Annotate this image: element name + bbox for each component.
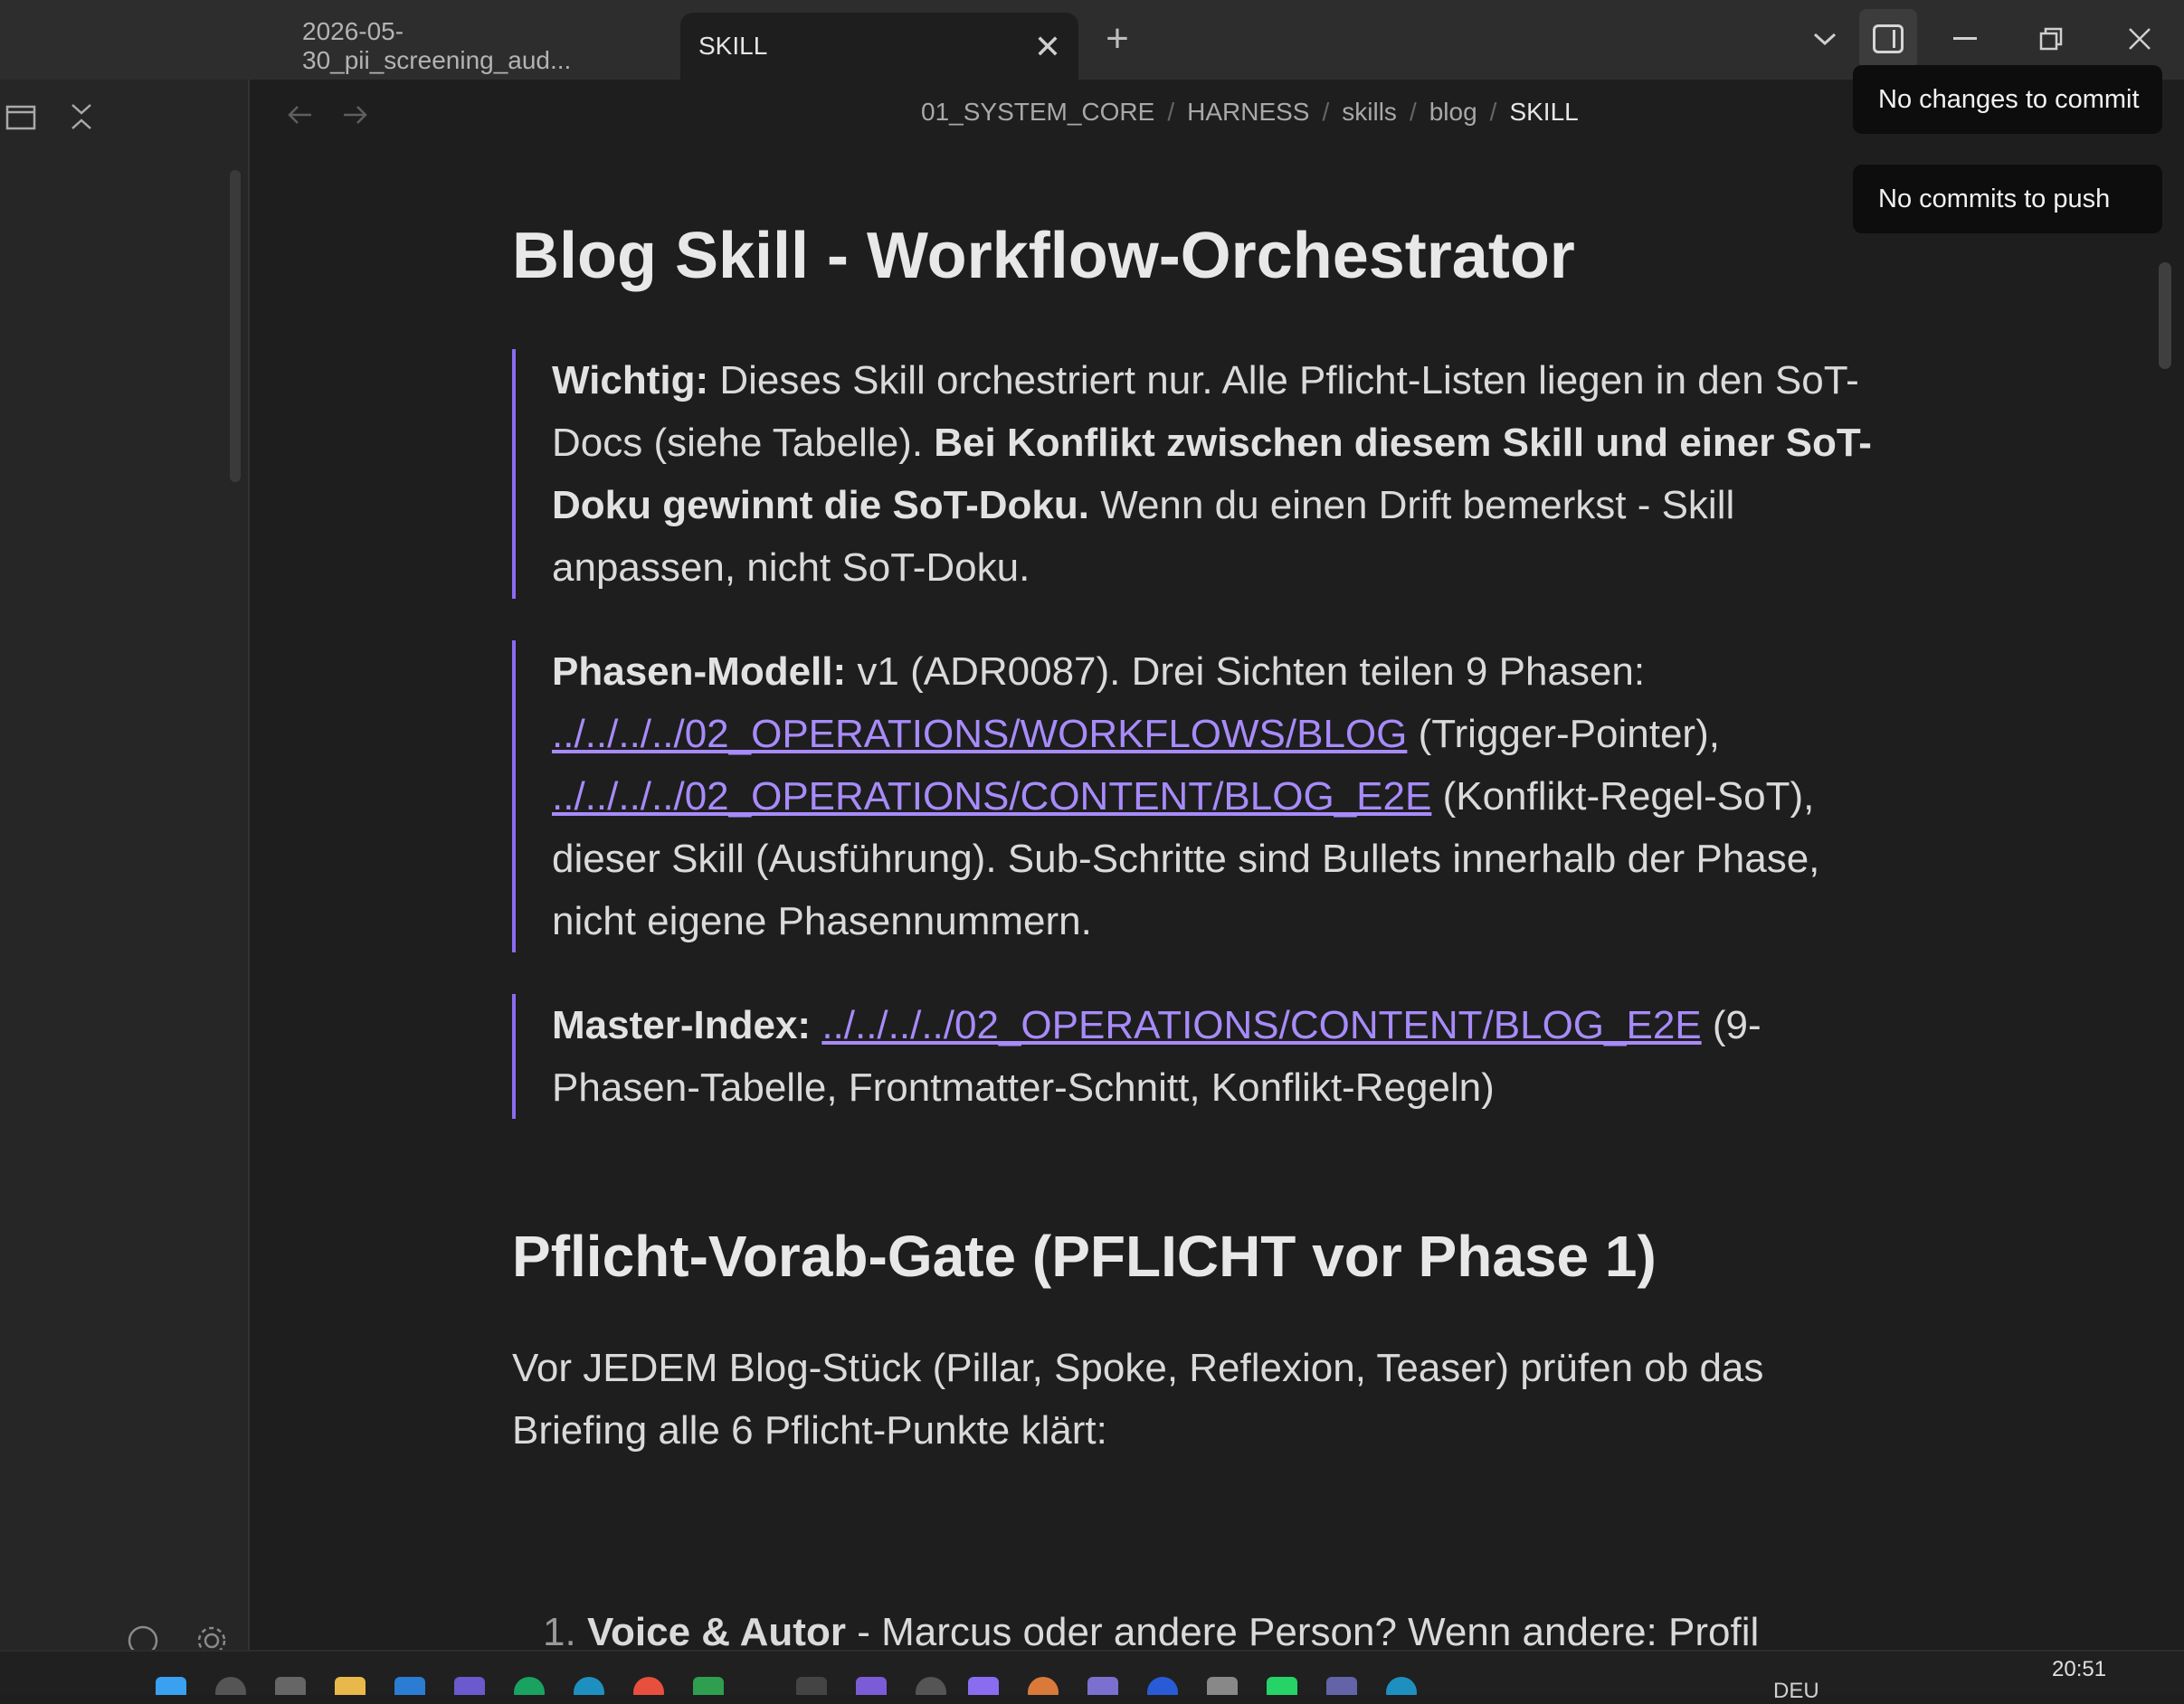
- link-workflows-blog[interactable]: ../../../../02_OPERATIONS/WORKFLOWS/BLOG: [552, 712, 1407, 756]
- callout-phasen-modell: Phasen-Modell: v1 (ADR0087). Drei Sichte…: [512, 640, 1905, 953]
- edge-dev-icon[interactable]: [574, 1677, 604, 1695]
- back-arrow-icon[interactable]: [286, 96, 313, 134]
- callout-label: Master-Index:: [552, 1003, 812, 1048]
- callout-text: (Trigger-Pointer),: [1407, 712, 1720, 757]
- breadcrumb-separator: /: [1409, 98, 1417, 126]
- forward-arrow-icon[interactable]: [342, 96, 369, 134]
- section-heading: Pflicht-Vorab-Gate (PFLICHT vor Phase 1): [512, 1224, 1657, 1290]
- link-content-blog-e2e[interactable]: ../../../../02_OPERATIONS/CONTENT/BLOG_E…: [552, 774, 1431, 819]
- breadcrumb-item[interactable]: blog: [1429, 98, 1477, 127]
- window-close-icon[interactable]: [2111, 9, 2169, 69]
- teams-work-icon[interactable]: [1326, 1677, 1357, 1695]
- callout-master-index: Master-Index: ../../../../02_OPERATIONS/…: [512, 994, 1905, 1120]
- task-view-icon[interactable]: [275, 1677, 306, 1695]
- whatsapp-icon[interactable]: [1267, 1677, 1297, 1695]
- callout-text: v1 (ADR0087). Drei Sichten teilen 9 Phas…: [846, 649, 1646, 695]
- breadcrumb-separator: /: [1489, 98, 1497, 126]
- calculator-icon[interactable]: [1207, 1677, 1238, 1695]
- callout-label: Phasen-Modell:: [552, 649, 847, 695]
- restore-icon[interactable]: [2022, 9, 2080, 69]
- breadcrumb-current: SKILL: [1509, 98, 1579, 126]
- breadcrumb-item[interactable]: skills: [1342, 98, 1397, 127]
- new-tab-icon[interactable]: +: [1095, 16, 1140, 62]
- toggle-right-sidebar-icon[interactable]: [1859, 9, 1917, 69]
- minimize-icon[interactable]: [1936, 9, 1994, 69]
- sidebar-scrollbar[interactable]: [230, 170, 241, 482]
- list-text: - Marcus oder andere Person? Wenn andere…: [845, 1610, 1760, 1654]
- start-icon[interactable]: [156, 1677, 186, 1695]
- file-explorer-icon[interactable]: [335, 1677, 366, 1695]
- obsidian-icon[interactable]: [968, 1677, 999, 1695]
- breadcrumb-separator: /: [1167, 98, 1175, 126]
- collapse-all-icon[interactable]: [69, 101, 94, 140]
- tab-skill[interactable]: SKILL ✕: [680, 13, 1078, 80]
- tab-pii-screening[interactable]: 2026-05-30_pii_screening_aud...: [288, 13, 668, 80]
- fingerprint-icon[interactable]: [916, 1677, 946, 1695]
- callout-label: Wichtig:: [552, 358, 709, 403]
- taskbar-clock[interactable]: 20:51: [2052, 1657, 2106, 1682]
- tab-label: 2026-05-30_pii_screening_aud...: [302, 17, 572, 74]
- list-bold: Voice & Autor: [586, 1610, 846, 1654]
- breadcrumb-separator: /: [1322, 98, 1330, 126]
- link-master-index-blog-e2e[interactable]: ../../../../02_OPERATIONS/CONTENT/BLOG_E…: [821, 1003, 1701, 1047]
- app-icon[interactable]: [394, 1677, 425, 1695]
- claude-icon[interactable]: [1028, 1677, 1059, 1695]
- sidebar-toggle-icon[interactable]: [5, 101, 36, 140]
- breadcrumb: 01_SYSTEM_CORE / HARNESS / skills / blog…: [921, 98, 1579, 127]
- toast-no-changes[interactable]: No changes to commit: [1853, 65, 2162, 134]
- document-title: Blog Skill - Workflow-Orchestrator: [512, 220, 1575, 292]
- app-icon[interactable]: [1087, 1677, 1118, 1695]
- password-manager-icon[interactable]: [1147, 1677, 1178, 1695]
- list-number: 1.: [543, 1610, 576, 1654]
- app-icon[interactable]: [856, 1677, 887, 1695]
- chrome-icon[interactable]: [633, 1677, 664, 1695]
- content-scrollbar[interactable]: [2159, 262, 2171, 369]
- paragraph: Vor JEDEM Blog-Stück (Pillar, Spoke, Ref…: [512, 1346, 1764, 1453]
- callout-wichtig: Wichtig: Dieses Skill orchestriert nur. …: [512, 349, 1905, 600]
- left-sidebar: [0, 80, 250, 1650]
- tab-label: SKILL: [698, 32, 768, 60]
- document-content: Blog Skill - Workflow-Orchestrator Wicht…: [512, 217, 1905, 1462]
- toast-text: No changes to commit: [1878, 84, 2140, 114]
- toast-text: No commits to push: [1878, 184, 2111, 213]
- language-indicator[interactable]: DEU: [1773, 1679, 1819, 1704]
- taskbar: [0, 1650, 2184, 1695]
- teams-icon[interactable]: [454, 1677, 485, 1695]
- list-item: 1. Voice & Autor - Marcus oder andere Pe…: [543, 1610, 1759, 1655]
- tab-list-chevron-icon[interactable]: [1796, 9, 1854, 69]
- terminal-icon[interactable]: [796, 1677, 827, 1695]
- browser-icon[interactable]: [1386, 1677, 1417, 1695]
- search-icon[interactable]: [215, 1677, 246, 1695]
- close-tab-icon[interactable]: ✕: [1028, 27, 1068, 67]
- breadcrumb-item[interactable]: 01_SYSTEM_CORE: [921, 98, 1154, 127]
- breadcrumb-item[interactable]: HARNESS: [1187, 98, 1309, 127]
- excel-icon[interactable]: [693, 1677, 724, 1695]
- edge-icon[interactable]: [514, 1677, 545, 1695]
